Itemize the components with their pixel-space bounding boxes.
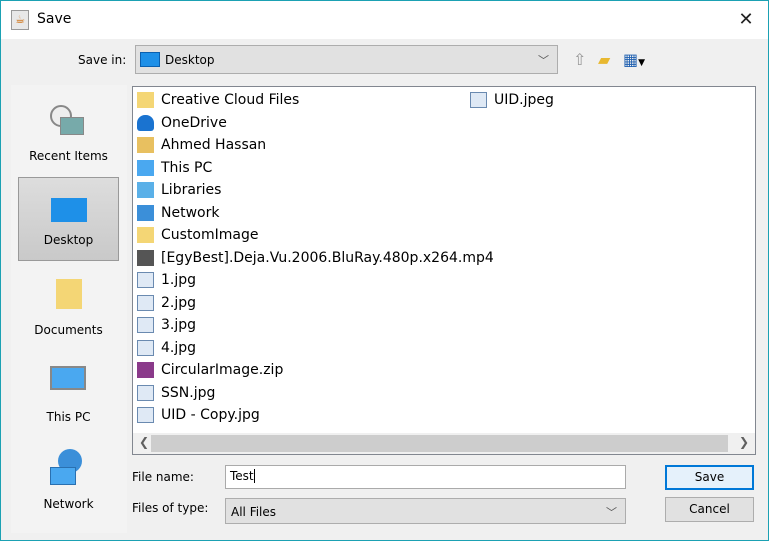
computer-icon	[137, 159, 154, 176]
file-list-item[interactable]: This PC	[134, 157, 212, 179]
scroll-right-icon[interactable]: ❯	[739, 435, 749, 449]
network-icon	[137, 204, 154, 221]
scroll-left-icon[interactable]: ❮	[139, 435, 149, 449]
places-sidebar: Recent Items Desktop Documents This PC N…	[11, 85, 127, 533]
video-file-icon	[137, 249, 154, 266]
file-name: Libraries	[161, 182, 222, 198]
scrollbar-thumb[interactable]	[151, 435, 728, 452]
save-in-combo[interactable]: Desktop ﹀	[135, 45, 558, 74]
file-list-item[interactable]: Ahmed Hassan	[134, 134, 266, 156]
user-folder-icon	[137, 137, 154, 153]
file-list-item[interactable]: 2.jpg	[134, 292, 196, 314]
sidebar-item-network[interactable]: Network	[18, 439, 119, 523]
file-list-item[interactable]: CustomImage	[134, 224, 258, 246]
file-name-label: File name:	[132, 470, 194, 484]
chevron-down-icon: ﹀	[538, 54, 549, 67]
documents-icon	[56, 279, 82, 309]
image-file-icon	[137, 384, 154, 401]
cancel-button[interactable]: Cancel	[665, 497, 754, 522]
file-name: CircularImage.zip	[161, 362, 284, 378]
sidebar-item-desktop[interactable]: Desktop	[18, 177, 119, 261]
image-file-icon	[470, 92, 487, 108]
file-list-item[interactable]: UID.jpeg	[467, 89, 554, 111]
java-icon: ☕	[11, 10, 29, 30]
file-list-item[interactable]: Network	[134, 202, 219, 224]
save-in-value: Desktop	[165, 53, 215, 67]
file-name: OneDrive	[161, 114, 227, 131]
file-type-value: All Files	[231, 505, 277, 519]
file-name-input[interactable]: Test	[225, 465, 626, 489]
file-list-item[interactable]: Creative Cloud Files	[134, 89, 299, 111]
file-list-item[interactable]: Libraries	[134, 179, 221, 201]
save-button[interactable]: Save	[665, 465, 754, 490]
file-list-item[interactable]: OneDrive	[134, 112, 227, 134]
file-list-item[interactable]: [EgyBest].Deja.Vu.2006.BluRay.480p.x264.…	[134, 247, 494, 269]
sidebar-item-recent-items[interactable]: Recent Items	[18, 91, 119, 175]
image-file-icon	[137, 407, 154, 423]
desktop-icon	[140, 52, 160, 67]
desktop-icon	[51, 198, 87, 222]
file-type-combo[interactable]: All Files ﹀	[225, 498, 626, 524]
title-bar: ☕ Save ✕	[1, 1, 768, 39]
chevron-down-icon: ﹀	[606, 506, 617, 519]
file-name: 2.jpg	[161, 294, 197, 311]
file-type-label: Files of type:	[132, 501, 209, 515]
file-name: Creative Cloud Files	[161, 92, 300, 108]
file-name: This PC	[161, 159, 213, 176]
view-menu-icon[interactable]: ▦▼	[623, 50, 645, 69]
file-name: [EgyBest].Deja.Vu.2006.BluRay.480p.x264.…	[161, 249, 494, 266]
file-name: CustomImage	[161, 227, 259, 243]
file-list-item[interactable]: UID - Copy.jpg	[134, 404, 260, 426]
image-file-icon	[137, 339, 154, 356]
file-name: Ahmed Hassan	[161, 137, 267, 153]
sidebar-item-documents[interactable]: Documents	[18, 265, 119, 349]
image-file-icon	[137, 294, 154, 311]
save-in-label: Save in:	[78, 53, 127, 67]
file-list-item[interactable]: 3.jpg	[134, 314, 196, 336]
image-file-icon	[137, 272, 154, 288]
archive-file-icon	[137, 362, 154, 378]
sidebar-item-label: Desktop	[43, 233, 94, 247]
libraries-icon	[137, 182, 154, 198]
file-name: 3.jpg	[161, 317, 197, 333]
file-list-item[interactable]: CircularImage.zip	[134, 359, 283, 381]
sidebar-item-label: This PC	[46, 410, 91, 424]
image-file-icon	[137, 317, 154, 333]
file-name: UID.jpeg	[494, 92, 554, 108]
sidebar-item-label: Recent Items	[29, 149, 108, 163]
file-list-item[interactable]: 1.jpg	[134, 269, 196, 291]
folder-icon	[137, 227, 154, 243]
file-list[interactable]: ❮ ❯ Creative Cloud Files OneDrive Ahmed Ha…	[132, 86, 756, 455]
computer-icon	[50, 366, 86, 390]
sidebar-item-label: Network	[43, 497, 94, 511]
save-dialog: ☕ Save ✕ Save in: Desktop ﹀ ⇧ ▰ ▦▼ Recen…	[0, 0, 769, 541]
file-name: Network	[161, 204, 220, 221]
horizontal-scrollbar[interactable]: ❮ ❯	[133, 433, 755, 454]
sidebar-item-label: Documents	[34, 323, 103, 337]
sidebar-item-this-pc[interactable]: This PC	[18, 352, 119, 436]
folder-icon	[137, 92, 154, 108]
file-name: UID - Copy.jpg	[161, 407, 260, 423]
file-name-value: Test	[230, 469, 254, 483]
up-folder-icon[interactable]: ⇧	[573, 50, 586, 69]
new-folder-icon[interactable]: ▰	[598, 50, 610, 69]
cloud-icon	[137, 114, 154, 131]
file-list-item[interactable]: 4.jpg	[134, 337, 196, 359]
network-icon	[50, 449, 86, 485]
file-list-item[interactable]: SSN.jpg	[134, 382, 215, 404]
file-name: SSN.jpg	[161, 384, 216, 401]
file-name: 4.jpg	[161, 339, 197, 356]
file-name: 1.jpg	[161, 272, 197, 288]
recent-items-icon	[50, 105, 86, 135]
close-icon[interactable]: ✕	[731, 7, 761, 33]
window-title: Save	[37, 11, 72, 27]
